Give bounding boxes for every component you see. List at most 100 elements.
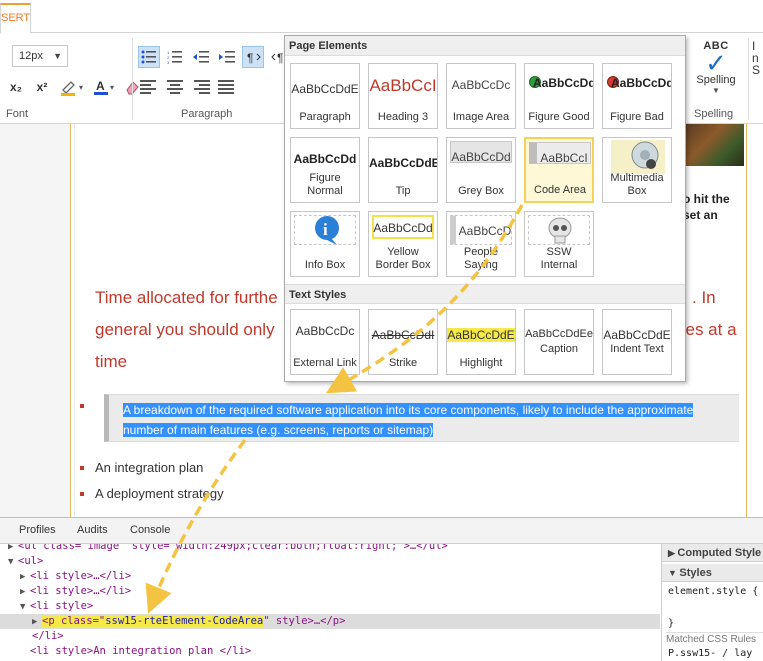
- bullet-list-icon: [141, 50, 156, 64]
- computed-style-header[interactable]: ▶ Computed Style: [662, 544, 763, 562]
- matched-css-rules-label: Matched CSS Rules: [666, 632, 763, 645]
- dom-node[interactable]: ▼ <ul>: [0, 554, 660, 569]
- tab-audits[interactable]: Audits: [77, 524, 108, 536]
- style-name: Highlight: [459, 357, 503, 369]
- style-tile-external-link[interactable]: AaBbCcDc External Link: [290, 309, 360, 375]
- list-bullet: [80, 404, 84, 408]
- bullet-list-button[interactable]: [138, 46, 160, 68]
- style-tile-indent-text[interactable]: AaBbCcDdE Indent Text: [602, 309, 672, 375]
- style-tile-paragraph[interactable]: AaBbCcDdE Paragraph: [290, 63, 360, 129]
- style-tile-figure-bad[interactable]: AaBbCcDd Figure Bad: [602, 63, 672, 129]
- tab-console[interactable]: Console: [130, 524, 170, 536]
- indent-button[interactable]: [216, 46, 238, 68]
- svg-text:3: 3: [167, 60, 170, 64]
- style-tile-heading-3[interactable]: AaBbCcI Heading 3: [368, 63, 438, 129]
- matched-rule-selector[interactable]: P.ssw15- / lay: [668, 648, 752, 659]
- highlight-color-button[interactable]: ▾: [58, 76, 84, 98]
- multimedia-icon: [611, 140, 665, 174]
- page-border-left: [70, 124, 71, 517]
- style-tile-image-area[interactable]: AaBbCcDc Image Area: [446, 63, 516, 129]
- style-name: Image Area: [452, 111, 510, 123]
- code-area-class-name: ssw15-rteElement-CodeArea: [105, 615, 264, 627]
- style-name: Info Box: [304, 259, 346, 271]
- subscript-icon: x₂: [9, 80, 22, 94]
- ribbon-edge-text[interactable]: I n S: [752, 40, 760, 76]
- style-tile-strike[interactable]: AaBbCcDdI Strike: [368, 309, 438, 375]
- style-tile-yellow-border-box[interactable]: AaBbCcDd Yellow Border Box: [368, 211, 438, 277]
- page-border-right: [746, 124, 747, 517]
- code-area-text[interactable]: A breakdown of the required software app…: [123, 400, 728, 440]
- numbered-list-button[interactable]: 123: [164, 46, 186, 68]
- style-name: Figure Bad: [610, 111, 664, 123]
- dom-node[interactable]: ▶ <li style>…</li>: [0, 569, 660, 584]
- chevron-down-icon: ▼: [53, 51, 62, 61]
- align-left-button[interactable]: [138, 76, 160, 98]
- style-tile-people-saying[interactable]: AaBbCcD People Saying: [446, 211, 516, 277]
- svg-text:¶: ¶: [277, 51, 283, 64]
- closing-brace: }: [668, 618, 675, 629]
- outdent-button[interactable]: [190, 46, 212, 68]
- style-name: Figure Good: [528, 111, 590, 123]
- expand-triangle-icon[interactable]: ▶: [32, 615, 42, 630]
- style-tile-info-box[interactable]: i Info Box: [290, 211, 360, 277]
- style-name: Multimedia Box: [610, 172, 664, 197]
- superscript-button[interactable]: x²: [32, 76, 52, 98]
- ltr-icon: ¶: [247, 51, 261, 64]
- paragraph-row-1: 123 ¶ ¶: [138, 46, 290, 68]
- ribbon-tabstrip: SERT: [0, 0, 763, 34]
- skull-icon: [548, 217, 572, 244]
- dom-node[interactable]: ▼ <li style>: [0, 599, 660, 614]
- style-sample: AaBbCcDd: [611, 76, 671, 90]
- align-center-button[interactable]: [164, 76, 186, 98]
- chevron-down-icon: ▼: [712, 86, 720, 95]
- dom-node-text: <li style>: [30, 600, 94, 612]
- font-format-row: x₂ x² ▾ A ▾: [6, 75, 142, 99]
- numbered-list-icon: 123: [167, 50, 182, 64]
- style-name: Tip: [395, 185, 411, 197]
- font-size-select[interactable]: 12px ▼: [12, 45, 68, 67]
- dom-node[interactable]: ▶ <ul class="image" style="width:249px;cl…: [0, 544, 660, 554]
- page-margin-line: [74, 124, 75, 517]
- font-color-icon: A: [93, 79, 108, 95]
- dom-node[interactable]: </li>: [0, 629, 660, 644]
- style-tile-highlight[interactable]: AaBbCcDdE Highlight: [446, 309, 516, 375]
- style-tile-caption[interactable]: AaBbCcDdEe Caption: [524, 309, 594, 375]
- tab-profiles[interactable]: Profiles: [19, 524, 56, 536]
- font-size-value: 12px: [19, 50, 43, 62]
- dom-node[interactable]: <li style>An integration plan </li>: [0, 644, 660, 659]
- dom-tree[interactable]: ▶ <ul class="image" style="width:249px;cl…: [0, 544, 660, 661]
- styles-label: Styles: [679, 567, 712, 579]
- style-tile-grey-box[interactable]: AaBbCcDd Grey Box: [446, 137, 516, 203]
- ltr-button[interactable]: ¶: [242, 46, 264, 68]
- style-tile-figure-good[interactable]: AaBbCcDd Figure Good: [524, 63, 594, 129]
- subscript-button[interactable]: x₂: [6, 76, 26, 98]
- devtools-panel: Profiles Audits Console ▶ <ul class="imag…: [0, 517, 763, 661]
- style-sample: AaBbCcDdEe: [525, 328, 593, 340]
- style-sample: AaBbCcDdE: [603, 328, 671, 342]
- style-sample: AaBbCcD: [458, 224, 512, 238]
- svg-text:i: i: [323, 220, 328, 239]
- collapse-triangle-icon[interactable]: ▼: [8, 555, 18, 570]
- tab-insert[interactable]: SERT: [0, 3, 31, 34]
- justify-button[interactable]: [216, 76, 238, 98]
- style-tile-multimedia-box[interactable]: Multimedia Box: [602, 137, 672, 203]
- dom-node-selected[interactable]: ▶ <p class="ssw15-rteElement-CodeArea" st…: [0, 614, 660, 629]
- collapse-triangle-icon[interactable]: ▼: [20, 600, 30, 615]
- dom-node-text: <li style>An integration plan </li>: [30, 645, 252, 657]
- svg-text:¶: ¶: [247, 51, 253, 64]
- style-name: People Saying: [463, 246, 499, 271]
- expand-triangle-icon[interactable]: ▶: [20, 570, 30, 585]
- style-sample: AaBbCcI: [369, 76, 437, 95]
- style-tile-ssw-internal[interactable]: SSW Internal: [524, 211, 594, 277]
- font-color-button[interactable]: A ▾: [90, 76, 116, 98]
- style-tile-tip[interactable]: AaBbCcDdE Tip: [368, 137, 438, 203]
- dom-node[interactable]: ▶ <li style>…</li>: [0, 584, 660, 599]
- spelling-button[interactable]: ABC ✓ Spelling ▼: [690, 40, 742, 95]
- styles-header[interactable]: ▼ Styles: [662, 564, 763, 582]
- element-style-rule[interactable]: element.style {: [668, 586, 758, 597]
- expand-triangle-icon[interactable]: ▶: [20, 585, 30, 600]
- align-right-button[interactable]: [190, 76, 212, 98]
- style-tile-code-area[interactable]: AaBbCcI Code Area: [524, 137, 594, 203]
- style-tile-figure-normal[interactable]: AaBbCcDd Figure Normal: [290, 137, 360, 203]
- dom-node-text: <li style>…</li>: [30, 585, 132, 597]
